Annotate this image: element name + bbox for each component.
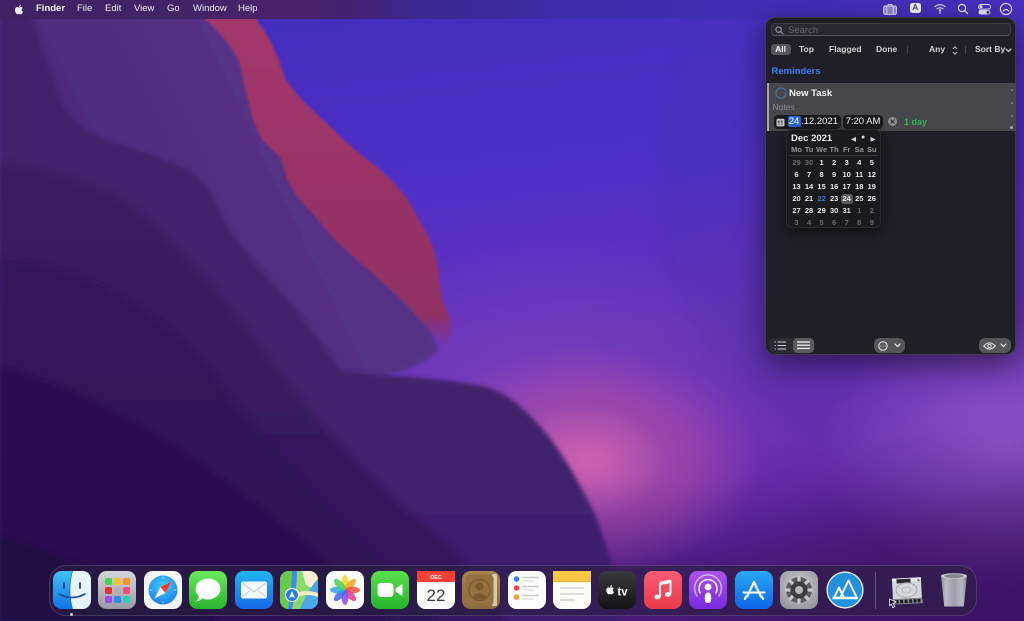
svg-text:DEC: DEC [430,575,442,581]
svg-text:22: 22 [426,586,445,605]
svg-text:tv: tv [618,587,629,599]
